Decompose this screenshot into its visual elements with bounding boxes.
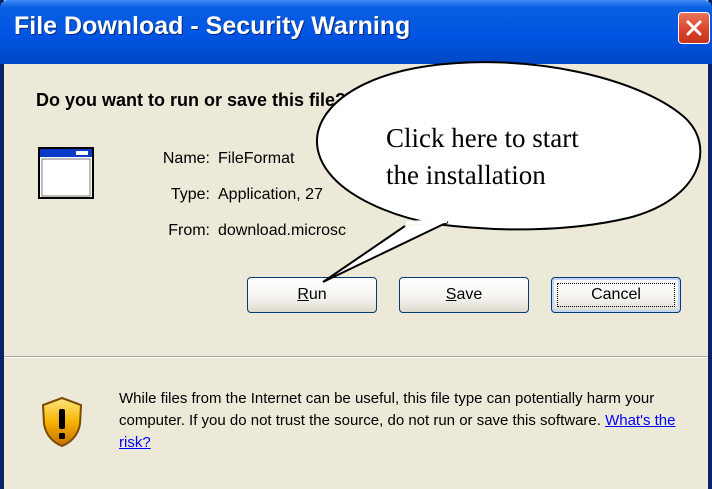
file-type-value: Application, 27 [218, 186, 323, 203]
save-button[interactable]: Save [399, 277, 529, 313]
security-warning-dialog: File Download - Security Warning Do you … [0, 0, 712, 489]
title-bar[interactable]: File Download - Security Warning [0, 0, 712, 64]
dialog-question: Do you want to run or save this file? [36, 90, 347, 110]
callout-line-2: the installation [386, 160, 546, 190]
cancel-button[interactable]: Cancel [551, 277, 681, 313]
file-name-label: Name: [162, 150, 210, 167]
close-icon [686, 20, 702, 36]
file-type-row: Type: Application, 27 [152, 186, 323, 204]
file-name-value: FileFormat [218, 150, 295, 167]
focus-rectangle [557, 283, 675, 307]
run-label-rest: un [308, 286, 327, 303]
run-mnemonic: R [297, 286, 309, 303]
window-title: File Download - Security Warning [14, 12, 411, 40]
callout-text: Click here to start the installation [386, 120, 579, 194]
file-source-row: From: download.microsc [152, 222, 346, 240]
file-type-label: Type: [170, 186, 210, 203]
file-name-row: Name: FileFormat [152, 150, 295, 168]
application-window-icon [38, 147, 94, 199]
security-warning-text: While files from the Internet can be use… [119, 388, 699, 454]
callout-line-1: Click here to start [386, 123, 579, 153]
save-mnemonic: S [445, 286, 457, 303]
divider [4, 356, 708, 358]
file-source-value: download.microsc [218, 222, 347, 239]
save-label-rest: ave [456, 286, 483, 303]
file-source-label: From: [168, 222, 210, 239]
warning-message: While files from the Internet can be use… [119, 390, 655, 429]
run-button[interactable]: Run [247, 277, 377, 313]
security-shield-icon [41, 396, 83, 448]
close-button[interactable] [678, 12, 710, 44]
